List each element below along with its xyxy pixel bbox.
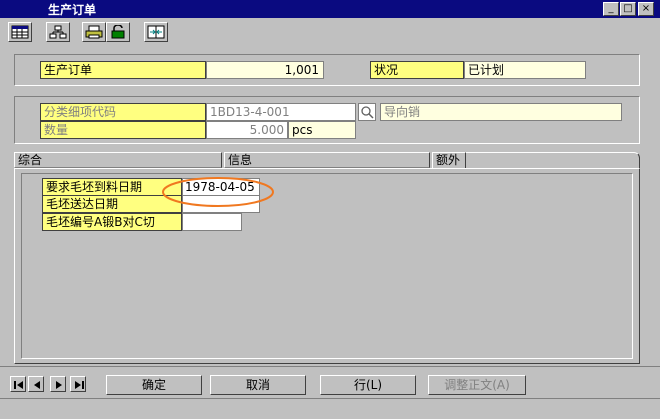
- print-button[interactable]: [82, 22, 106, 42]
- next-icon: [56, 381, 62, 389]
- last-icon: [75, 381, 84, 389]
- row-button[interactable]: 行(L): [320, 375, 416, 395]
- first-record-button[interactable]: [10, 376, 26, 392]
- bottom-divider: [0, 366, 660, 367]
- next-record-button[interactable]: [50, 376, 66, 392]
- split-button[interactable]: [144, 22, 168, 42]
- last-record-button[interactable]: [70, 376, 86, 392]
- tab-general[interactable]: 综合: [14, 152, 222, 168]
- previous-icon: [34, 381, 40, 389]
- grid-icon: [11, 25, 29, 39]
- order-label: 生产订单: [40, 61, 206, 79]
- previous-record-button[interactable]: [28, 376, 44, 392]
- quantity-field[interactable]: 5.000: [206, 121, 288, 139]
- item-code-field[interactable]: 1BD13-4-001: [206, 103, 356, 121]
- blank-number-field[interactable]: [182, 213, 242, 231]
- blank-number-label: 毛坯编号A锻B对C切: [42, 213, 182, 231]
- status-bar: [0, 398, 660, 419]
- magnifier-icon: [361, 106, 374, 119]
- highlight-ellipse: [162, 177, 274, 207]
- unlock-button[interactable]: [106, 22, 130, 42]
- minimize-button[interactable]: _: [603, 2, 619, 16]
- printer-icon: [85, 25, 103, 39]
- first-icon: [14, 381, 23, 389]
- split-arrows-icon: [147, 25, 165, 39]
- status-field[interactable]: 已计划: [464, 61, 586, 79]
- status-label: 状况: [370, 61, 464, 79]
- maximize-button[interactable]: □: [620, 2, 636, 16]
- ok-button[interactable]: 确定: [106, 375, 202, 395]
- order-number-field[interactable]: 1,001: [206, 61, 324, 79]
- tree-icon: [49, 25, 67, 39]
- item-description-field[interactable]: 导向销: [380, 103, 622, 121]
- close-button[interactable]: ×: [638, 2, 654, 16]
- unit-field: pcs: [288, 121, 356, 139]
- table-view-button[interactable]: [8, 22, 32, 42]
- item-code-label: 分类细项代码: [40, 103, 206, 121]
- adjust-text-button[interactable]: 调整正文(A): [428, 375, 526, 395]
- tab-info[interactable]: 信息: [224, 152, 430, 168]
- search-button[interactable]: [358, 103, 376, 121]
- unlock-icon: [111, 25, 125, 39]
- cancel-button[interactable]: 取消: [210, 375, 306, 395]
- tab-extra[interactable]: 额外: [432, 152, 466, 169]
- title-bar: 生产订单 _ □ ×: [0, 0, 660, 18]
- tab-strip-end: [466, 152, 640, 168]
- quantity-label: 数量: [40, 121, 206, 139]
- window-title: 生产订单: [48, 3, 97, 17]
- hierarchy-button[interactable]: [46, 22, 70, 42]
